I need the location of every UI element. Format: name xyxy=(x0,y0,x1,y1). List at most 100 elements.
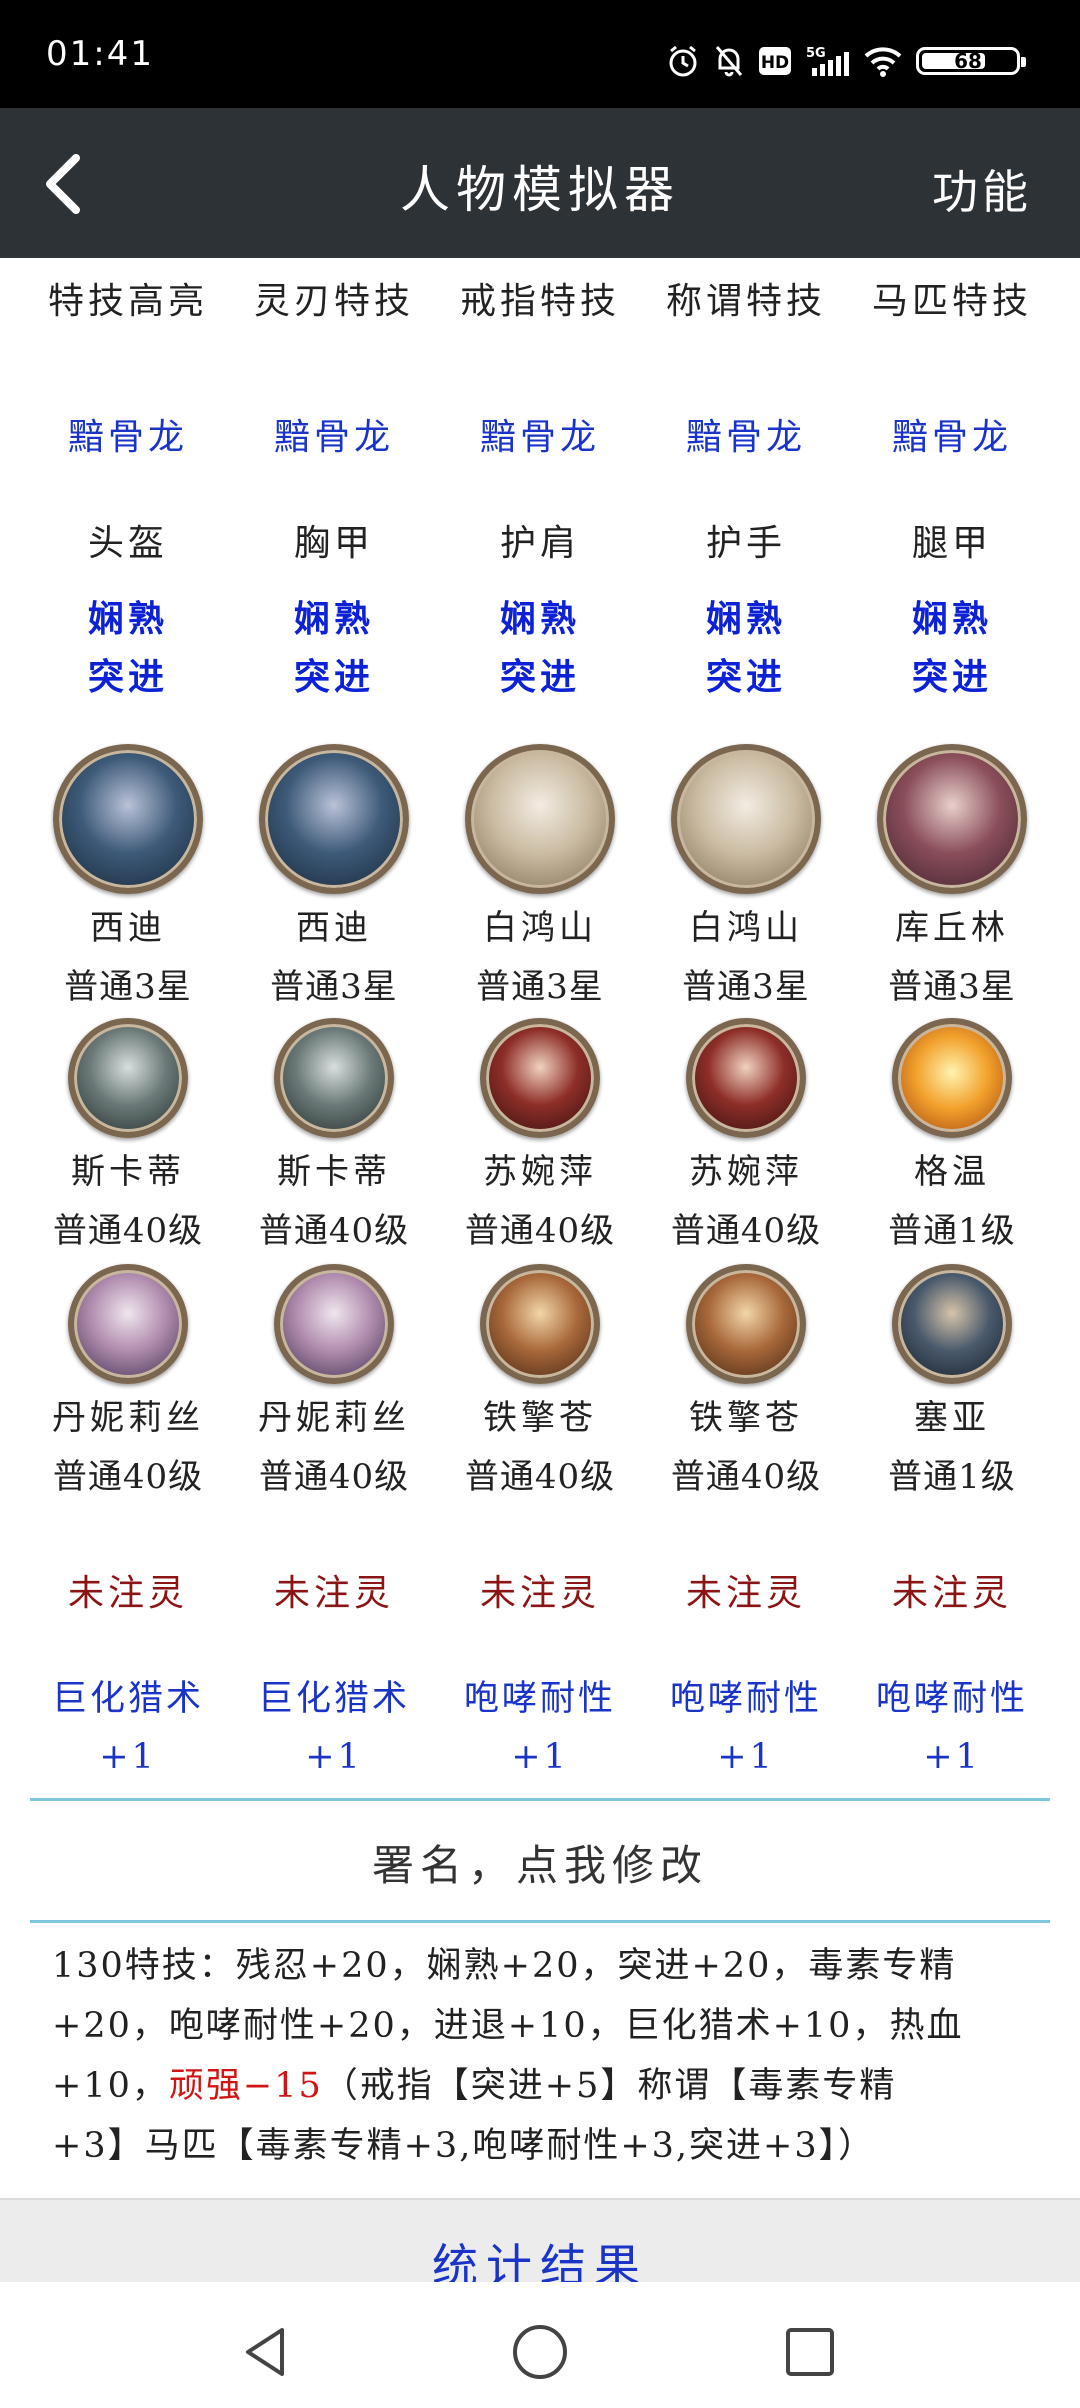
equip-trait-1[interactable]: 娴熟 xyxy=(25,590,231,648)
hero-avatar[interactable] xyxy=(480,1018,600,1138)
hero-cell: 丹妮莉丝 普通40级 xyxy=(25,1264,231,1498)
stats-result-button[interactable]: 统计结果 xyxy=(0,2198,1080,2293)
skill-type-label[interactable]: 马匹特技 xyxy=(849,272,1055,324)
bonus-skill-name[interactable]: 咆哮耐性 xyxy=(643,1670,849,1728)
nav-back-button[interactable] xyxy=(236,2322,296,2382)
app-header: 人物模拟器 功能 xyxy=(0,108,1080,258)
hero-avatar[interactable] xyxy=(274,1264,394,1384)
skill-type-label[interactable]: 称谓特技 xyxy=(643,272,849,324)
hero-avatar[interactable] xyxy=(892,1018,1012,1138)
hero-level[interactable]: 普通3星 xyxy=(25,959,231,1008)
spirit-cell: 未注灵 xyxy=(643,1564,849,1616)
spirit-status[interactable]: 未注灵 xyxy=(437,1564,643,1616)
hero-name: 塞亚 xyxy=(914,1398,990,1438)
bonus-skill-name[interactable]: 咆哮耐性 xyxy=(849,1670,1055,1728)
hero-level[interactable]: 普通40级 xyxy=(643,1449,849,1498)
hero-cell: 白鸿山普通3星 xyxy=(643,744,849,1008)
hero-avatar[interactable] xyxy=(53,744,203,894)
hero-level[interactable]: 普通3星 xyxy=(437,959,643,1008)
summary-line: +10，顽强−15（戒指【突进+5】称谓【毒素专精 xyxy=(52,2066,897,2106)
equip-trait-1[interactable]: 娴熟 xyxy=(849,590,1055,648)
skill-type-row: 特技高亮 灵刃特技 戒指特技 称谓特技 马匹特技 xyxy=(0,272,1080,324)
equip-slot-label[interactable]: 护手 xyxy=(643,514,849,566)
hero-level[interactable]: 普通40级 xyxy=(231,1203,437,1252)
hero-avatar[interactable] xyxy=(671,744,821,894)
skill-type-label[interactable]: 灵刃特技 xyxy=(231,272,437,324)
hero-avatar[interactable] xyxy=(686,1018,806,1138)
skill-type-label[interactable]: 特技高亮 xyxy=(25,272,231,324)
equip-slot-cell: 腿甲 xyxy=(849,514,1055,566)
skill-type-cell: 特技高亮 xyxy=(25,272,231,324)
skill-cell: 黯骨龙 xyxy=(25,408,231,460)
hero-name: 铁擎苍 xyxy=(483,1398,597,1438)
equip-trait-2[interactable]: 突进 xyxy=(849,648,1055,706)
bonus-skill-name[interactable]: 咆哮耐性 xyxy=(437,1670,643,1728)
hero-level[interactable]: 普通3星 xyxy=(643,959,849,1008)
equip-trait-2[interactable]: 突进 xyxy=(643,648,849,706)
skill-value[interactable]: 黯骨龙 xyxy=(25,408,231,460)
equip-trait-2[interactable]: 突进 xyxy=(231,648,437,706)
hero-level[interactable]: 普通40级 xyxy=(25,1203,231,1252)
equip-slot-label[interactable]: 腿甲 xyxy=(849,514,1055,566)
equip-trait-1[interactable]: 娴熟 xyxy=(231,590,437,648)
hero-level[interactable]: 普通3星 xyxy=(849,959,1055,1008)
equip-trait-2[interactable]: 突进 xyxy=(25,648,231,706)
hero-cell: 苏婉萍 普通40级 xyxy=(437,1018,643,1252)
equip-slot-label[interactable]: 头盔 xyxy=(25,514,231,566)
hero-avatar[interactable] xyxy=(259,744,409,894)
hero-level[interactable]: 普通1级 xyxy=(849,1449,1055,1498)
hero-avatar[interactable] xyxy=(686,1264,806,1384)
hero-name: 西迪 xyxy=(90,908,166,948)
equip-slot-label[interactable]: 胸甲 xyxy=(231,514,437,566)
skill-value[interactable]: 黯骨龙 xyxy=(437,408,643,460)
spirit-status[interactable]: 未注灵 xyxy=(643,1564,849,1616)
skill-cell: 黯骨龙 xyxy=(643,408,849,460)
hero-avatar[interactable] xyxy=(68,1264,188,1384)
wifi-icon xyxy=(864,44,902,78)
spirit-status[interactable]: 未注灵 xyxy=(25,1564,231,1616)
hero-level[interactable]: 普通40级 xyxy=(643,1203,849,1252)
hero-name: 白鸿山 xyxy=(689,908,803,948)
equip-trait-1[interactable]: 娴熟 xyxy=(437,590,643,648)
skill-value[interactable]: 黯骨龙 xyxy=(849,408,1055,460)
equip-trait-cell: 娴熟 突进 xyxy=(849,590,1055,706)
hero-level[interactable]: 普通1级 xyxy=(849,1203,1055,1252)
spirit-status[interactable]: 未注灵 xyxy=(231,1564,437,1616)
hero-level[interactable]: 普通40级 xyxy=(437,1449,643,1498)
hd-icon: HD xyxy=(758,44,792,78)
hero-avatar[interactable] xyxy=(877,744,1027,894)
skill-value[interactable]: 黯骨龙 xyxy=(231,408,437,460)
skill-value[interactable]: 黯骨龙 xyxy=(643,408,849,460)
bonus-row: 巨化猎术 +1 巨化猎术 +1 咆哮耐性 +1 咆哮耐性 +1 咆哮耐性 +1 xyxy=(0,1670,1080,1786)
nav-home-button[interactable] xyxy=(510,2322,570,2382)
spirit-status[interactable]: 未注灵 xyxy=(849,1564,1055,1616)
equip-trait-cell: 娴熟 突进 xyxy=(25,590,231,706)
hero-row-3: 丹妮莉丝 普通40级 丹妮莉丝 普通40级 铁擎苍 普通40级 铁擎苍 普通40级 塞亚 普通1级 xyxy=(0,1264,1080,1498)
hero-avatar[interactable] xyxy=(465,744,615,894)
skill-row: 黯骨龙 黯骨龙 黯骨龙 黯骨龙 黯骨龙 xyxy=(0,408,1080,460)
hero-avatar[interactable] xyxy=(480,1264,600,1384)
hero-level[interactable]: 普通40级 xyxy=(25,1449,231,1498)
equip-trait-2[interactable]: 突进 xyxy=(437,648,643,706)
skill-type-cell: 称谓特技 xyxy=(643,272,849,324)
hero-avatar[interactable] xyxy=(892,1264,1012,1384)
skill-type-cell: 戒指特技 xyxy=(437,272,643,324)
equip-trait-row: 娴熟 突进 娴熟 突进 娴熟 突进 娴熟 突进 娴熟 突进 xyxy=(0,590,1080,706)
hero-level[interactable]: 普通3星 xyxy=(231,959,437,1008)
function-menu-button[interactable]: 功能 xyxy=(932,156,1032,222)
hero-name: 西迪 xyxy=(296,908,372,948)
hero-level[interactable]: 普通40级 xyxy=(231,1449,437,1498)
page-title: 人物模拟器 xyxy=(400,161,680,219)
equip-slot-label[interactable]: 护肩 xyxy=(437,514,643,566)
bonus-skill-name[interactable]: 巨化猎术 xyxy=(25,1670,231,1728)
hero-name: 斯卡蒂 xyxy=(71,1152,185,1192)
bonus-value: +1 xyxy=(511,1737,569,1777)
skill-type-label[interactable]: 戒指特技 xyxy=(437,272,643,324)
nav-recents-button[interactable] xyxy=(780,2322,840,2382)
bonus-skill-name[interactable]: 巨化猎术 xyxy=(231,1670,437,1728)
hero-avatar[interactable] xyxy=(274,1018,394,1138)
signature-button[interactable]: 署名，点我修改 xyxy=(0,1832,1080,1893)
equip-trait-1[interactable]: 娴熟 xyxy=(643,590,849,648)
hero-level[interactable]: 普通40级 xyxy=(437,1203,643,1252)
hero-avatar[interactable] xyxy=(68,1018,188,1138)
